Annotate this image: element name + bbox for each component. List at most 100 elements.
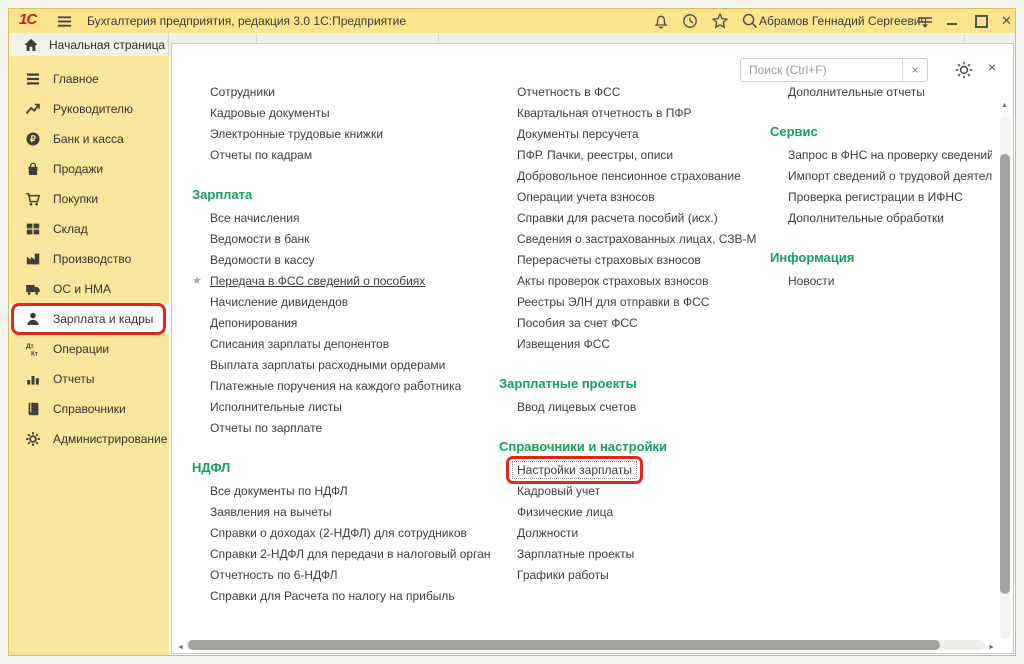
menu-item-label: Справки 2-НДФЛ для передачи в налоговый … [210, 547, 491, 561]
sidebar-item[interactable]: ₽Банк и касса [9, 124, 169, 154]
menu-column-2: Отчетность в ФССКвартальная отчетность в… [499, 82, 763, 586]
menu-item-label: Списания зарплаты депонентов [210, 337, 389, 351]
bag-icon [25, 161, 41, 177]
main-menu-icon[interactable] [57, 14, 72, 28]
menu-item[interactable]: Настройки зарплаты [499, 460, 763, 481]
menu-item[interactable]: Перерасчеты страховых взносов [499, 250, 763, 271]
menu-item[interactable]: Дополнительные отчеты [770, 82, 992, 103]
menu-item[interactable]: Реестры ЭЛН для отправки в ФСС [499, 292, 763, 313]
sidebar-item-label: Главное [53, 72, 99, 86]
horizontal-scrollbar[interactable] [186, 640, 985, 650]
scroll-left-icon[interactable]: ◄ [177, 644, 184, 651]
menu-item[interactable]: Отчетность по 6-НДФЛ [192, 565, 494, 586]
sidebar-item[interactable]: Зарплата и кадры [9, 304, 169, 334]
menu-item[interactable]: Сведения о застрахованных лицах, СЗВ-М [499, 229, 763, 250]
menu-item[interactable]: Графики работы [499, 565, 763, 586]
menu-item[interactable]: Начисление дивидендов [192, 292, 494, 313]
menu-item[interactable]: Добровольное пенсионное страхование [499, 166, 763, 187]
maximize-button[interactable] [975, 15, 988, 28]
menu-item[interactable]: Извещения ФСС [499, 334, 763, 355]
menu-item-label: Реестры ЭЛН для отправки в ФСС [517, 295, 709, 309]
menu-item[interactable]: Квартальная отчетность в ПФР [499, 103, 763, 124]
menu-item[interactable]: Списания зарплаты депонентов [192, 334, 494, 355]
current-user-menu[interactable]: Абрамов Геннадий Сергеевич [759, 14, 927, 28]
sidebar-item[interactable]: Склад [9, 214, 169, 244]
menu-item[interactable]: Все начисления [192, 208, 494, 229]
menu-item[interactable]: Электронные трудовые книжки [192, 124, 494, 145]
history-icon[interactable] [681, 12, 699, 30]
sidebar-item[interactable]: Отчеты [9, 364, 169, 394]
menu-item[interactable]: Справки 2-НДФЛ для передачи в налоговый … [192, 544, 494, 565]
sidebar-item[interactable]: Администрирование [9, 424, 169, 454]
menu-item[interactable]: Запрос в ФНС на проверку сведений работн… [770, 145, 992, 166]
menu-item[interactable]: Пособия за счет ФСС [499, 313, 763, 334]
sidebar-item[interactable]: Справочники [9, 394, 169, 424]
menu-item[interactable]: Справки о доходах (2-НДФЛ) для сотрудник… [192, 523, 494, 544]
menu-item[interactable]: Операции учета взносов [499, 187, 763, 208]
menu-item-label: Начисление дивидендов [210, 295, 348, 309]
menu-item[interactable]: Выплата зарплаты расходными ордерами [192, 355, 494, 376]
close-panel-icon[interactable]: × [988, 59, 996, 75]
sidebar-item[interactable]: Продажи [9, 154, 169, 184]
menu-item[interactable]: ПФР. Пачки, реестры, описи [499, 145, 763, 166]
sidebar-item[interactable]: Главное [9, 64, 169, 94]
menu-item[interactable]: Акты проверок страховых взносов [499, 271, 763, 292]
menu-item[interactable]: Отчеты по зарплате [192, 418, 494, 439]
menu-section-header: Зарплатные проекты [499, 373, 763, 394]
favorites-star-icon[interactable] [711, 12, 729, 30]
sidebar-item[interactable]: Покупки [9, 184, 169, 214]
menu-item[interactable]: Отчетность в ФСС [499, 82, 763, 103]
menu-item[interactable]: Кадровый учет [499, 481, 763, 502]
menu-item[interactable]: Проверка регистрации в ИФНС [770, 187, 992, 208]
tab-home-page[interactable]: Начальная страница [9, 33, 169, 56]
menu-item[interactable]: Кадровые документы [192, 103, 494, 124]
menu-item-label: Добровольное пенсионное страхование [517, 169, 741, 183]
minimize-button[interactable] [947, 23, 957, 25]
menu-item[interactable]: Сотрудники [192, 82, 494, 103]
menu-item[interactable]: Справки для Расчета по налогу на прибыль [192, 586, 494, 607]
horizontal-scrollbar-thumb[interactable] [188, 640, 940, 650]
scroll-right-icon[interactable]: ► [988, 644, 995, 651]
menu-item[interactable]: Должности [499, 523, 763, 544]
warehouse-icon [25, 221, 41, 237]
service-settings-icon[interactable] [916, 12, 934, 30]
menu-item[interactable]: Ввод лицевых счетов [499, 397, 763, 418]
menu-item-label: Физические лица [517, 505, 613, 519]
menu-item[interactable]: Справки для расчета пособий (исх.) [499, 208, 763, 229]
menu-item-label: Передача в ФСС сведений о пособиях [210, 274, 425, 288]
menu-item[interactable]: Отчеты по кадрам [192, 145, 494, 166]
menu-item[interactable]: Исполнительные листы [192, 397, 494, 418]
menu-item[interactable]: Дополнительные обработки [770, 208, 992, 229]
sidebar-item[interactable]: ОС и НМА [9, 274, 169, 304]
menu-item[interactable]: Ведомости в кассу [192, 250, 494, 271]
focused-menu-item[interactable]: Настройки зарплаты [512, 461, 637, 479]
close-window-button[interactable]: ✕ [1001, 13, 1012, 29]
notifications-bell-icon[interactable] [652, 12, 670, 30]
menu-item-label: Исполнительные листы [210, 400, 342, 414]
sidebar-item[interactable]: ДтКтОперации [9, 334, 169, 364]
menu-item[interactable]: Платежные поручения на каждого работника [192, 376, 494, 397]
menu-item[interactable]: Ведомости в банк [192, 229, 494, 250]
menu-item[interactable]: Все документы по НДФЛ [192, 481, 494, 502]
menu-item-label: Запрос в ФНС на проверку сведений работн… [788, 148, 992, 162]
search-icon[interactable] [741, 12, 759, 30]
vertical-scrollbar[interactable] [1000, 116, 1010, 639]
menu-item[interactable]: Зарплатные проекты [499, 544, 763, 565]
sidebar-item[interactable]: Производство [9, 244, 169, 274]
menu-item[interactable]: Заявления на вычеты [192, 502, 494, 523]
scroll-up-icon[interactable]: ▲ [1001, 102, 1008, 109]
vertical-scrollbar-thumb[interactable] [1000, 154, 1010, 594]
panel-settings-gear-icon[interactable] [954, 60, 974, 80]
menu-item[interactable]: Новости [770, 271, 992, 292]
menu-section-header: Информация [770, 247, 992, 268]
sidebar-item-label: Справочники [53, 402, 126, 416]
menu-item[interactable]: Физические лица [499, 502, 763, 523]
menu-item[interactable]: Документы персучета [499, 124, 763, 145]
menu-item-label: Платежные поручения на каждого работника [210, 379, 461, 393]
clear-search-icon[interactable]: × [902, 59, 927, 81]
menu-search-field[interactable]: Поиск (Ctrl+F) × [740, 58, 928, 82]
menu-item[interactable]: Импорт сведений о трудовой деятельности [770, 166, 992, 187]
sidebar-item[interactable]: Руководителю [9, 94, 169, 124]
menu-item[interactable]: ★Передача в ФСС сведений о пособиях [192, 271, 494, 292]
menu-item[interactable]: Депонирования [192, 313, 494, 334]
